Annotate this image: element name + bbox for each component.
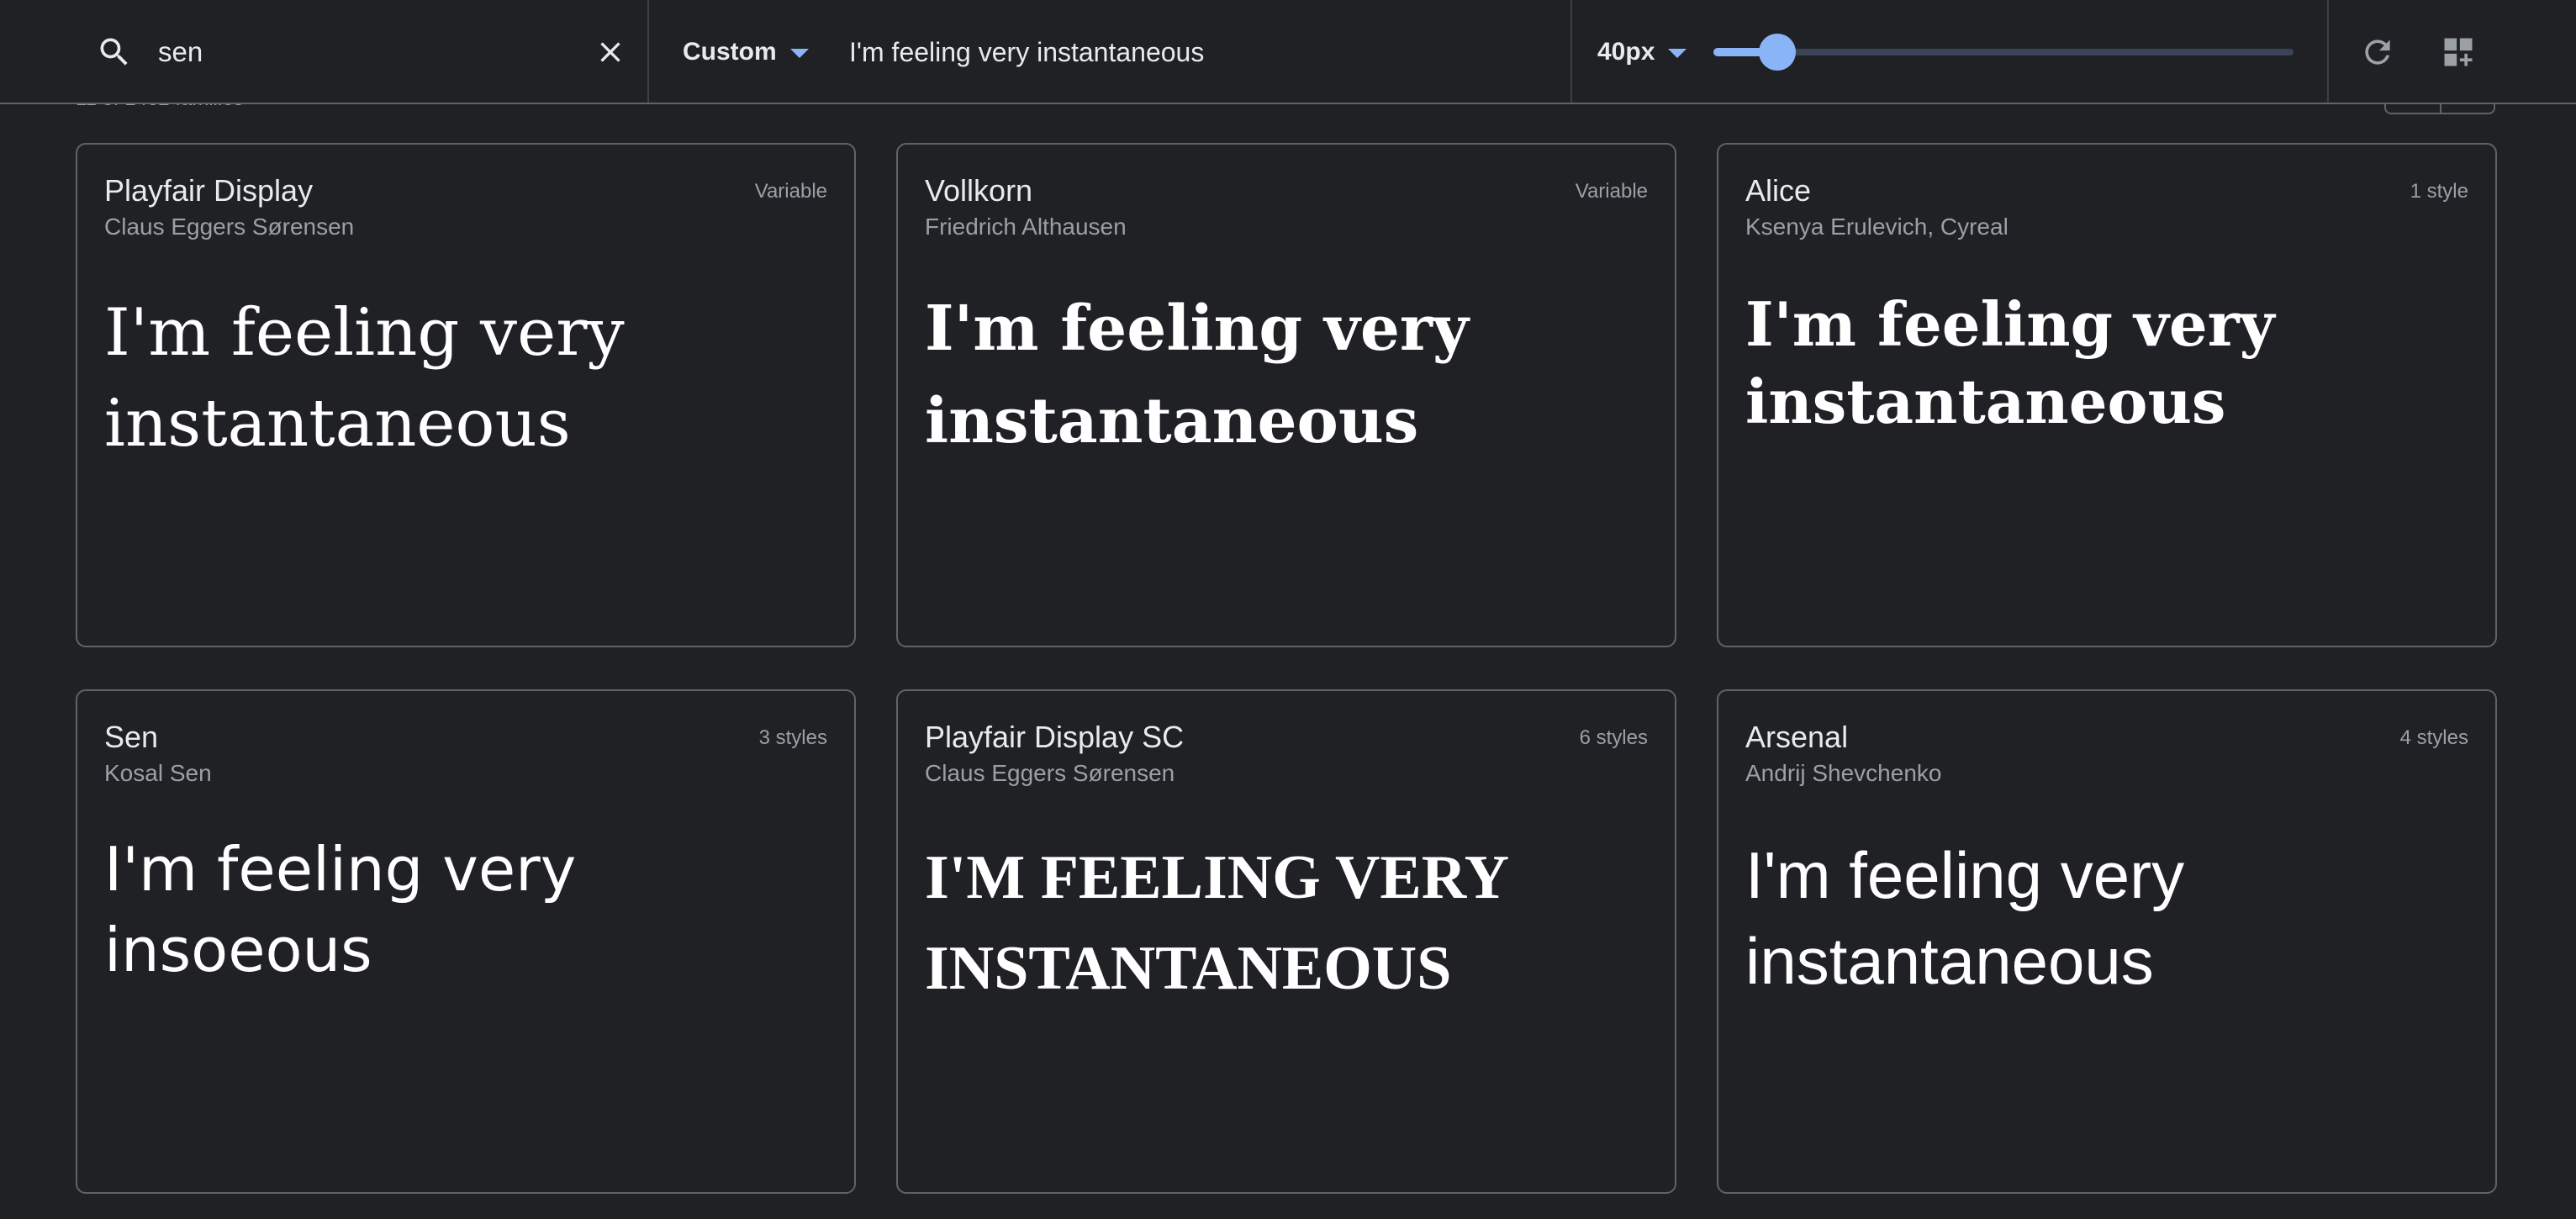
font-family-name: Alice: [1745, 173, 1812, 208]
preview-text-input[interactable]: [847, 30, 1537, 74]
font-card-playfair-display[interactable]: Playfair Display Claus Eggers Sørensen V…: [76, 143, 856, 647]
preview-section: Custom: [649, 0, 1572, 103]
font-style-count: Variable: [1575, 180, 1648, 203]
font-designer: Friedrich Althausen: [925, 214, 1127, 240]
font-style-count: 6 styles: [1579, 726, 1648, 749]
preview-type-label: Custom: [683, 38, 777, 66]
font-size-label: 40px: [1597, 38, 1655, 66]
font-sample-text: I'm feeling very instantaneous: [925, 293, 1469, 457]
font-designer: Ksenya Erulevich, Cyreal: [1745, 214, 2009, 240]
font-family-name: Arsenal: [1745, 720, 1849, 754]
actions-section: [2329, 0, 2576, 103]
font-card-arsenal[interactable]: Arsenal Andrij Shevchenko 4 styles I'm f…: [1717, 689, 2497, 1194]
font-card-sen[interactable]: Sen Kosal Sen 3 styles I'm feeling very …: [76, 689, 856, 1194]
font-style-count: 1 style: [2410, 180, 2468, 203]
font-sample-text: I'm feeling very instantaneous: [104, 295, 625, 462]
search-input[interactable]: [156, 30, 577, 74]
font-designer: Claus Eggers Sørensen: [104, 214, 355, 240]
slider-thumb[interactable]: [1758, 34, 1796, 71]
clear-search-icon[interactable]: [594, 35, 627, 69]
font-family-name: Playfair Display: [104, 173, 314, 208]
font-sample-text: I'm feeling very instantaneous: [925, 843, 1507, 1003]
font-designer: Claus Eggers Sørensen: [925, 760, 1175, 786]
chevron-down-icon: [1668, 48, 1687, 58]
preview-type-dropdown[interactable]: Custom: [683, 30, 809, 74]
search-icon: [100, 38, 128, 66]
font-style-count: 4 styles: [2399, 726, 2468, 749]
font-family-name: Vollkorn: [925, 173, 1033, 208]
toolbar: Custom 40px: [0, 0, 2576, 104]
font-sample-text: I'm feeling very instantaneous: [1745, 838, 2185, 998]
font-size-dropdown[interactable]: 40px: [1597, 30, 1687, 74]
font-sample-text: I'm feeling very insoeous: [104, 834, 577, 985]
font-style-count: Variable: [754, 180, 827, 203]
slider-track: [1713, 49, 2294, 55]
font-family-name: Playfair Display SC: [925, 720, 1185, 754]
font-card-vollkorn[interactable]: Vollkorn Friedrich Althausen Variable I'…: [896, 143, 1676, 647]
font-card-playfair-display-sc[interactable]: Playfair Display SC Claus Eggers Sørense…: [896, 689, 1676, 1194]
reset-icon[interactable]: [2359, 34, 2396, 71]
font-size-slider[interactable]: [1713, 34, 2294, 71]
font-style-count: 3 styles: [758, 726, 827, 749]
search-section: [0, 0, 649, 103]
font-designer: Andrij Shevchenko: [1745, 760, 1942, 786]
grid-add-icon[interactable]: [2440, 34, 2477, 71]
font-family-name: Sen: [104, 720, 159, 754]
chevron-down-icon: [789, 48, 809, 58]
font-grid: Playfair Display Claus Eggers Sørensen V…: [76, 143, 2497, 1194]
font-sample-text: I'm feeling very instantaneous: [1745, 288, 2275, 437]
font-card-alice[interactable]: Alice Ksenya Erulevich, Cyreal 1 style I…: [1717, 143, 2497, 647]
font-designer: Kosal Sen: [104, 760, 212, 786]
font-size-section: 40px: [1572, 0, 2329, 103]
